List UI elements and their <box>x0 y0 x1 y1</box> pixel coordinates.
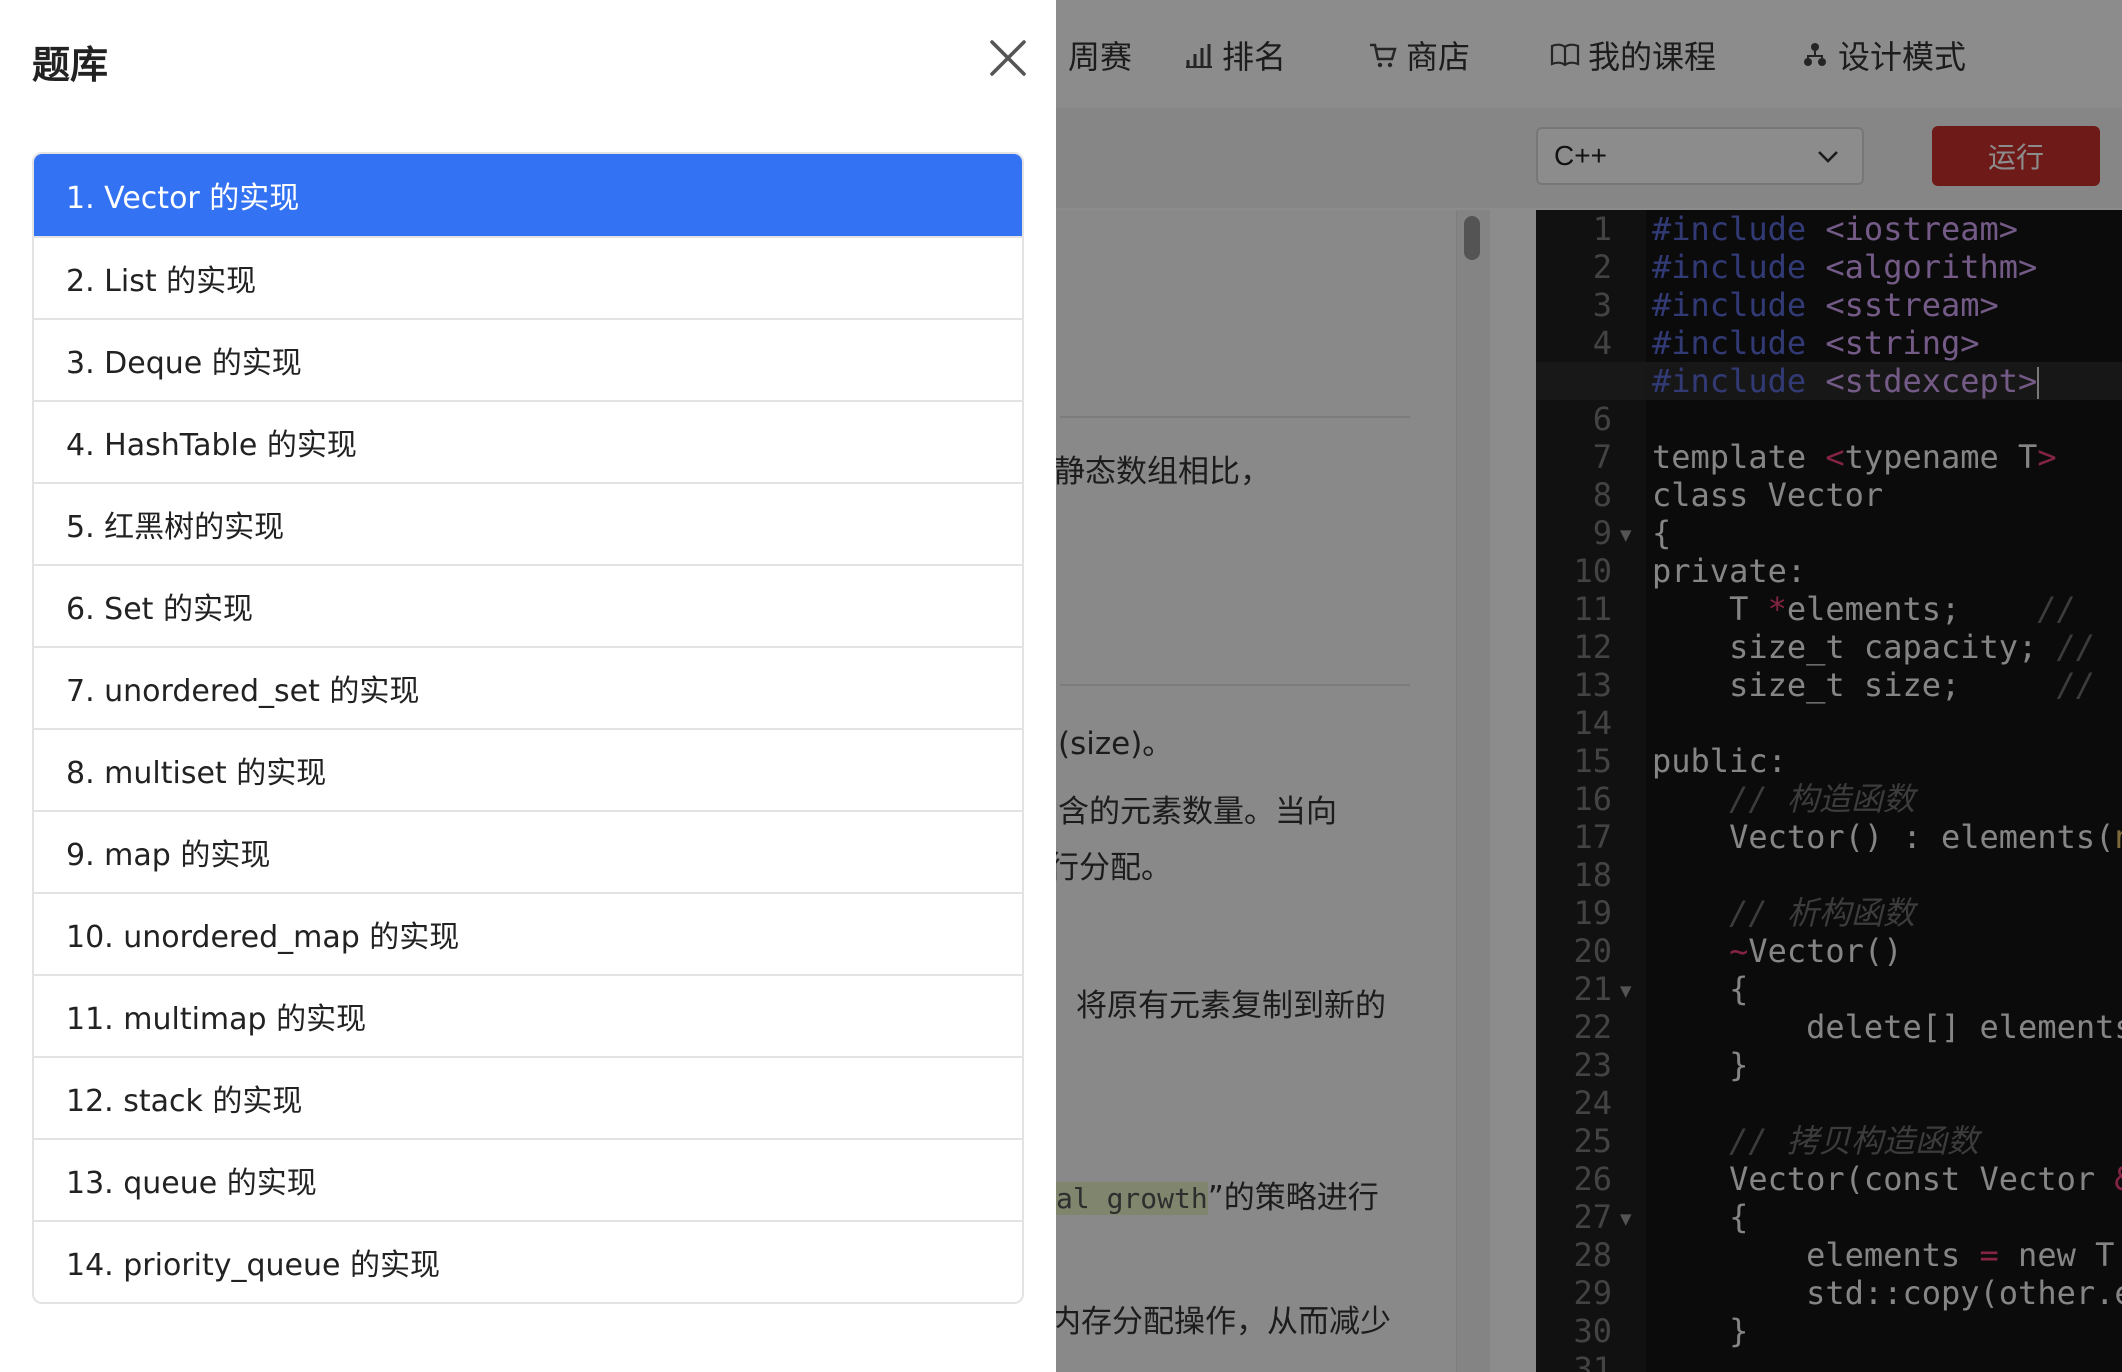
drawer-title: 题库 <box>32 43 109 87</box>
problem-item-10[interactable]: 10. unordered_map 的实现 <box>34 892 1022 974</box>
problem-item-9[interactable]: 9. map 的实现 <box>34 810 1022 892</box>
problem-item-7[interactable]: 7. unordered_set 的实现 <box>34 646 1022 728</box>
close-icon[interactable] <box>984 34 1032 82</box>
problem-item-14[interactable]: 14. priority_queue 的实现 <box>34 1220 1022 1302</box>
problem-item-5[interactable]: 5. 红黑树的实现 <box>34 482 1022 564</box>
problem-item-1[interactable]: 1. Vector 的实现 <box>34 154 1022 236</box>
problem-item-13[interactable]: 13. queue 的实现 <box>34 1138 1022 1220</box>
problem-item-4[interactable]: 4. HashTable 的实现 <box>34 400 1022 482</box>
problem-item-11[interactable]: 11. multimap 的实现 <box>34 974 1022 1056</box>
problem-list: 1. Vector 的实现 2. List 的实现 3. Deque 的实现 4… <box>32 152 1024 1304</box>
problem-item-3[interactable]: 3. Deque 的实现 <box>34 318 1022 400</box>
problem-item-8[interactable]: 8. multiset 的实现 <box>34 728 1022 810</box>
problem-item-6[interactable]: 6. Set 的实现 <box>34 564 1022 646</box>
problem-item-2[interactable]: 2. List 的实现 <box>34 236 1022 318</box>
problem-bank-drawer: 题库 1. Vector 的实现 2. List 的实现 3. Deque 的实… <box>0 0 1056 1372</box>
problem-item-12[interactable]: 12. stack 的实现 <box>34 1056 1022 1138</box>
